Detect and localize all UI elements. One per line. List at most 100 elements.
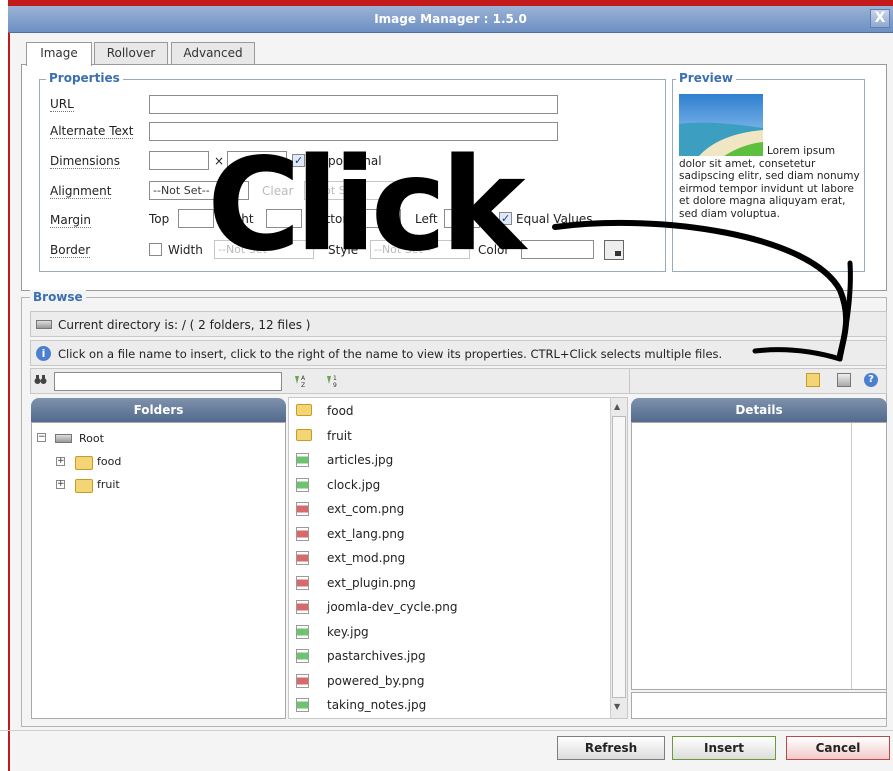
border-checkbox[interactable] (149, 243, 162, 256)
file-row[interactable]: ext_mod.png (289, 547, 607, 571)
file-name[interactable]: clock.jpg (327, 478, 380, 492)
file-row[interactable]: clock.jpg (289, 474, 607, 498)
click-annotation: Click (207, 131, 526, 280)
image-file-icon (296, 649, 309, 663)
close-icon: X (874, 10, 886, 26)
folder-icon (75, 479, 93, 493)
scrollbar-thumb[interactable] (612, 416, 626, 698)
border-width-label: Width (168, 243, 203, 257)
file-name[interactable]: joomla-dev_cycle.png (327, 600, 458, 614)
image-file-icon (296, 551, 309, 565)
file-list: food fruit articles.jpg clock.jpg ext_com.pn… (288, 397, 628, 719)
file-list-scrollbar[interactable]: ▲ ▼ (610, 398, 627, 718)
preview-legend: Preview (676, 71, 737, 85)
url-input[interactable] (149, 95, 558, 114)
expand-fruit-icon[interactable]: + (56, 480, 65, 489)
file-name[interactable]: taking_notes.jpg (327, 698, 426, 712)
image-file-icon (296, 453, 309, 467)
tab-image[interactable]: Image (26, 42, 92, 66)
tab-image-label: Image (40, 46, 78, 60)
properties-legend: Properties (46, 71, 123, 85)
image-file-icon (296, 600, 309, 614)
annotation-arrow (552, 219, 853, 362)
tab-advanced[interactable]: Advanced (171, 42, 255, 65)
tree-root-label[interactable]: Root (79, 432, 104, 446)
file-row[interactable]: ext_lang.png (289, 523, 607, 547)
image-file-icon (296, 698, 309, 712)
folders-tree: − Root + food + fruit (31, 422, 286, 719)
image-file-icon (296, 624, 309, 639)
file-name[interactable]: ext_mod.png (327, 551, 405, 565)
width-input[interactable] (149, 151, 209, 170)
file-row[interactable]: food (289, 400, 607, 424)
file-name[interactable]: ext_lang.png (327, 527, 405, 541)
file-row[interactable]: ext_com.png (289, 498, 607, 522)
image-file-icon (296, 673, 309, 688)
image-file-icon (296, 502, 309, 516)
tab-rollover[interactable]: Rollover (94, 42, 168, 65)
window-title: Image Manager : 1.5.0 (374, 12, 527, 26)
file-row[interactable]: powered_by.png (289, 670, 607, 694)
file-row[interactable]: ext_plugin.png (289, 572, 607, 596)
expand-food-icon[interactable]: + (56, 457, 65, 466)
details-footer (631, 692, 887, 719)
dimensions-label: Dimensions (50, 154, 121, 169)
border-label: Border (50, 243, 91, 258)
folder-icon (296, 428, 312, 441)
svg-text:1: 1 (333, 375, 337, 382)
toolbar-divider (629, 368, 630, 394)
upload-icon[interactable] (837, 373, 851, 387)
file-name[interactable]: fruit (327, 429, 352, 443)
file-name[interactable]: ext_plugin.png (327, 576, 416, 590)
file-name[interactable]: food (327, 404, 354, 418)
svg-text:9: 9 (333, 382, 337, 388)
file-row[interactable]: fruit (289, 425, 607, 449)
file-name[interactable]: articles.jpg (327, 453, 393, 467)
file-row[interactable]: articles.jpg (289, 449, 607, 473)
binoculars-icon[interactable] (34, 374, 47, 385)
file-name[interactable]: key.jpg (327, 625, 369, 639)
details-divider (851, 423, 852, 689)
file-name[interactable]: ext_com.png (327, 502, 404, 516)
current-directory-text: Current directory is: / ( 2 folders, 12 … (58, 318, 311, 332)
root-drive-icon (55, 434, 72, 443)
scroll-down-icon[interactable]: ▼ (614, 702, 620, 711)
margin-top-label: Top (149, 212, 170, 226)
file-row[interactable]: pastarchives.jpg (289, 645, 607, 669)
collapse-root-icon[interactable]: − (37, 433, 46, 442)
refresh-button[interactable]: Refresh (557, 736, 665, 760)
scroll-up-icon[interactable]: ▲ (614, 402, 620, 411)
file-name[interactable]: pastarchives.jpg (327, 649, 426, 663)
image-file-icon (296, 575, 309, 590)
tab-advanced-label: Advanced (183, 46, 243, 60)
new-folder-icon[interactable] (806, 373, 820, 387)
details-panel (631, 422, 887, 690)
sort-size-icon[interactable]: 19 (325, 373, 341, 389)
insert-button[interactable]: Insert (672, 736, 776, 760)
margin-label: Margin (50, 213, 91, 228)
help-icon[interactable]: ? (864, 373, 878, 387)
alt-text-label: Alternate Text (50, 124, 134, 139)
alignment-label: Alignment (50, 184, 112, 199)
close-button[interactable]: X (870, 9, 890, 28)
folders-header: Folders (31, 398, 286, 422)
search-input[interactable] (54, 372, 282, 391)
window-left-border (0, 0, 10, 771)
drive-icon (36, 320, 52, 329)
svg-text:Z: Z (301, 382, 305, 388)
file-name[interactable]: powered_by.png (327, 674, 425, 688)
sort-az-icon[interactable]: AZ (293, 373, 309, 389)
image-file-icon (296, 477, 309, 492)
title-bar[interactable]: Image Manager : 1.5.0 X (8, 6, 893, 33)
svg-text:A: A (301, 375, 306, 382)
folder-icon (296, 404, 312, 416)
file-row[interactable]: joomla-dev_cycle.png (289, 596, 607, 620)
cancel-button[interactable]: Cancel (786, 736, 890, 760)
tree-item-food[interactable]: food (97, 455, 121, 469)
file-row[interactable]: taking_notes.jpg (289, 694, 607, 718)
image-file-icon (296, 526, 309, 541)
button-divider (0, 730, 893, 731)
url-label: URL (50, 97, 74, 112)
tree-item-fruit[interactable]: fruit (97, 478, 120, 492)
file-row[interactable]: key.jpg (289, 621, 607, 645)
